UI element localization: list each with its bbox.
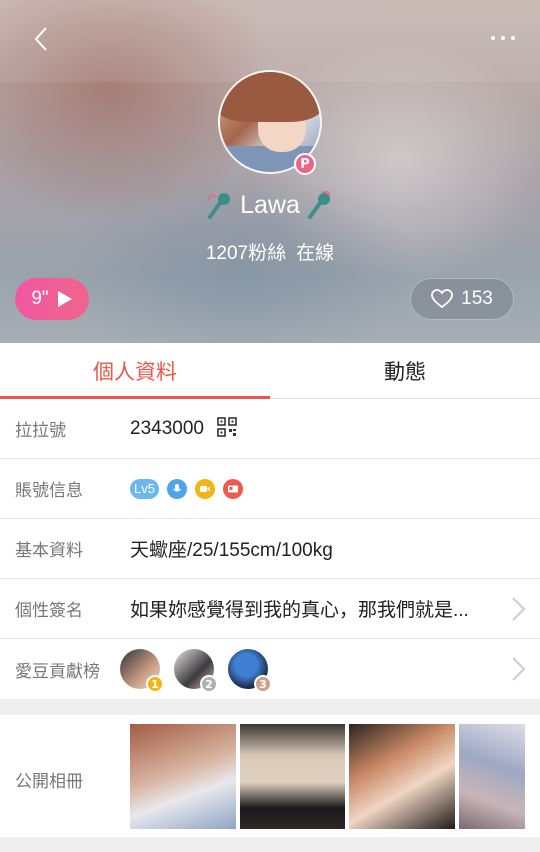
heart-icon xyxy=(431,289,454,309)
signature-row[interactable]: 個性簽名 如果妳感覺得到我的真心，那我們就是... xyxy=(0,579,540,639)
chevron-right-icon xyxy=(512,597,526,621)
like-button[interactable]: 153 xyxy=(410,278,514,320)
top-fan-avatar[interactable]: 2 xyxy=(174,649,218,693)
album-label: 公開相冊 xyxy=(15,772,83,791)
id-card-badge-icon xyxy=(222,478,243,499)
album-photo[interactable] xyxy=(459,724,525,829)
qr-code-icon[interactable] xyxy=(217,417,238,437)
microphone-icon xyxy=(307,190,331,219)
fans-status: 1207粉絲 在線 xyxy=(0,238,540,265)
voice-intro-button[interactable]: 9" xyxy=(15,278,89,320)
album-photo[interactable] xyxy=(349,724,455,829)
username: Lawa xyxy=(240,190,300,219)
signature-label: 個性簽名 xyxy=(15,601,83,620)
rank-badge: 3 xyxy=(254,675,272,693)
signature-value: 如果妳感覺得到我的真心，那我們就是... xyxy=(130,600,469,621)
id-label: 拉拉號 xyxy=(15,421,66,440)
account-label: 賬號信息 xyxy=(15,481,83,500)
tab-moments[interactable]: 動態 xyxy=(270,343,540,398)
profile-header: P Lawa 1207粉絲 在線 9" 153 xyxy=(0,0,540,343)
play-icon xyxy=(57,291,72,307)
more-icon[interactable] xyxy=(488,26,518,50)
fans-count: 1207粉絲 xyxy=(205,243,287,264)
level-badge: Lv5 xyxy=(130,478,159,499)
tab-profile[interactable]: 個人資料 xyxy=(0,343,270,399)
basic-value: 天蠍座/25/155cm/100kg xyxy=(130,540,333,561)
contribution-rank-row[interactable]: 愛豆貢獻榜 1 2 3 xyxy=(0,639,540,699)
account-row: 賬號信息 Lv5 xyxy=(0,459,540,519)
chevron-right-icon xyxy=(512,657,526,681)
top-fan-avatar[interactable]: 3 xyxy=(228,649,272,693)
premium-badge: P xyxy=(294,153,316,175)
basic-label: 基本資料 xyxy=(15,541,83,560)
rank-badge: 2 xyxy=(200,675,218,693)
rank-label: 愛豆貢獻榜 xyxy=(15,661,100,681)
basic-info-row: 基本資料 天蠍座/25/155cm/100kg xyxy=(0,519,540,579)
back-icon[interactable] xyxy=(28,24,58,54)
video-duration: 9" xyxy=(31,288,49,309)
microphone-icon xyxy=(207,193,231,219)
top-fan-avatar[interactable]: 1 xyxy=(120,649,164,693)
video-badge-icon xyxy=(194,478,215,499)
album-photo[interactable] xyxy=(130,724,236,829)
album-photo[interactable] xyxy=(240,724,345,829)
online-status: 在線 xyxy=(296,243,335,264)
rank-badge: 1 xyxy=(146,675,164,693)
public-album[interactable]: 公開相冊 xyxy=(0,715,540,837)
username-row: Lawa xyxy=(0,186,540,224)
id-value: 2343000 xyxy=(130,418,204,439)
profile-info: 拉拉號 2343000 賬號信息 Lv5 基本資料 天蠍座/25/155cm/1… xyxy=(0,399,540,699)
profile-tabs: 個人資料 動態 xyxy=(0,343,540,399)
id-row: 拉拉號 2343000 xyxy=(0,399,540,459)
like-count: 153 xyxy=(461,288,493,309)
microphone-badge-icon xyxy=(166,478,187,499)
